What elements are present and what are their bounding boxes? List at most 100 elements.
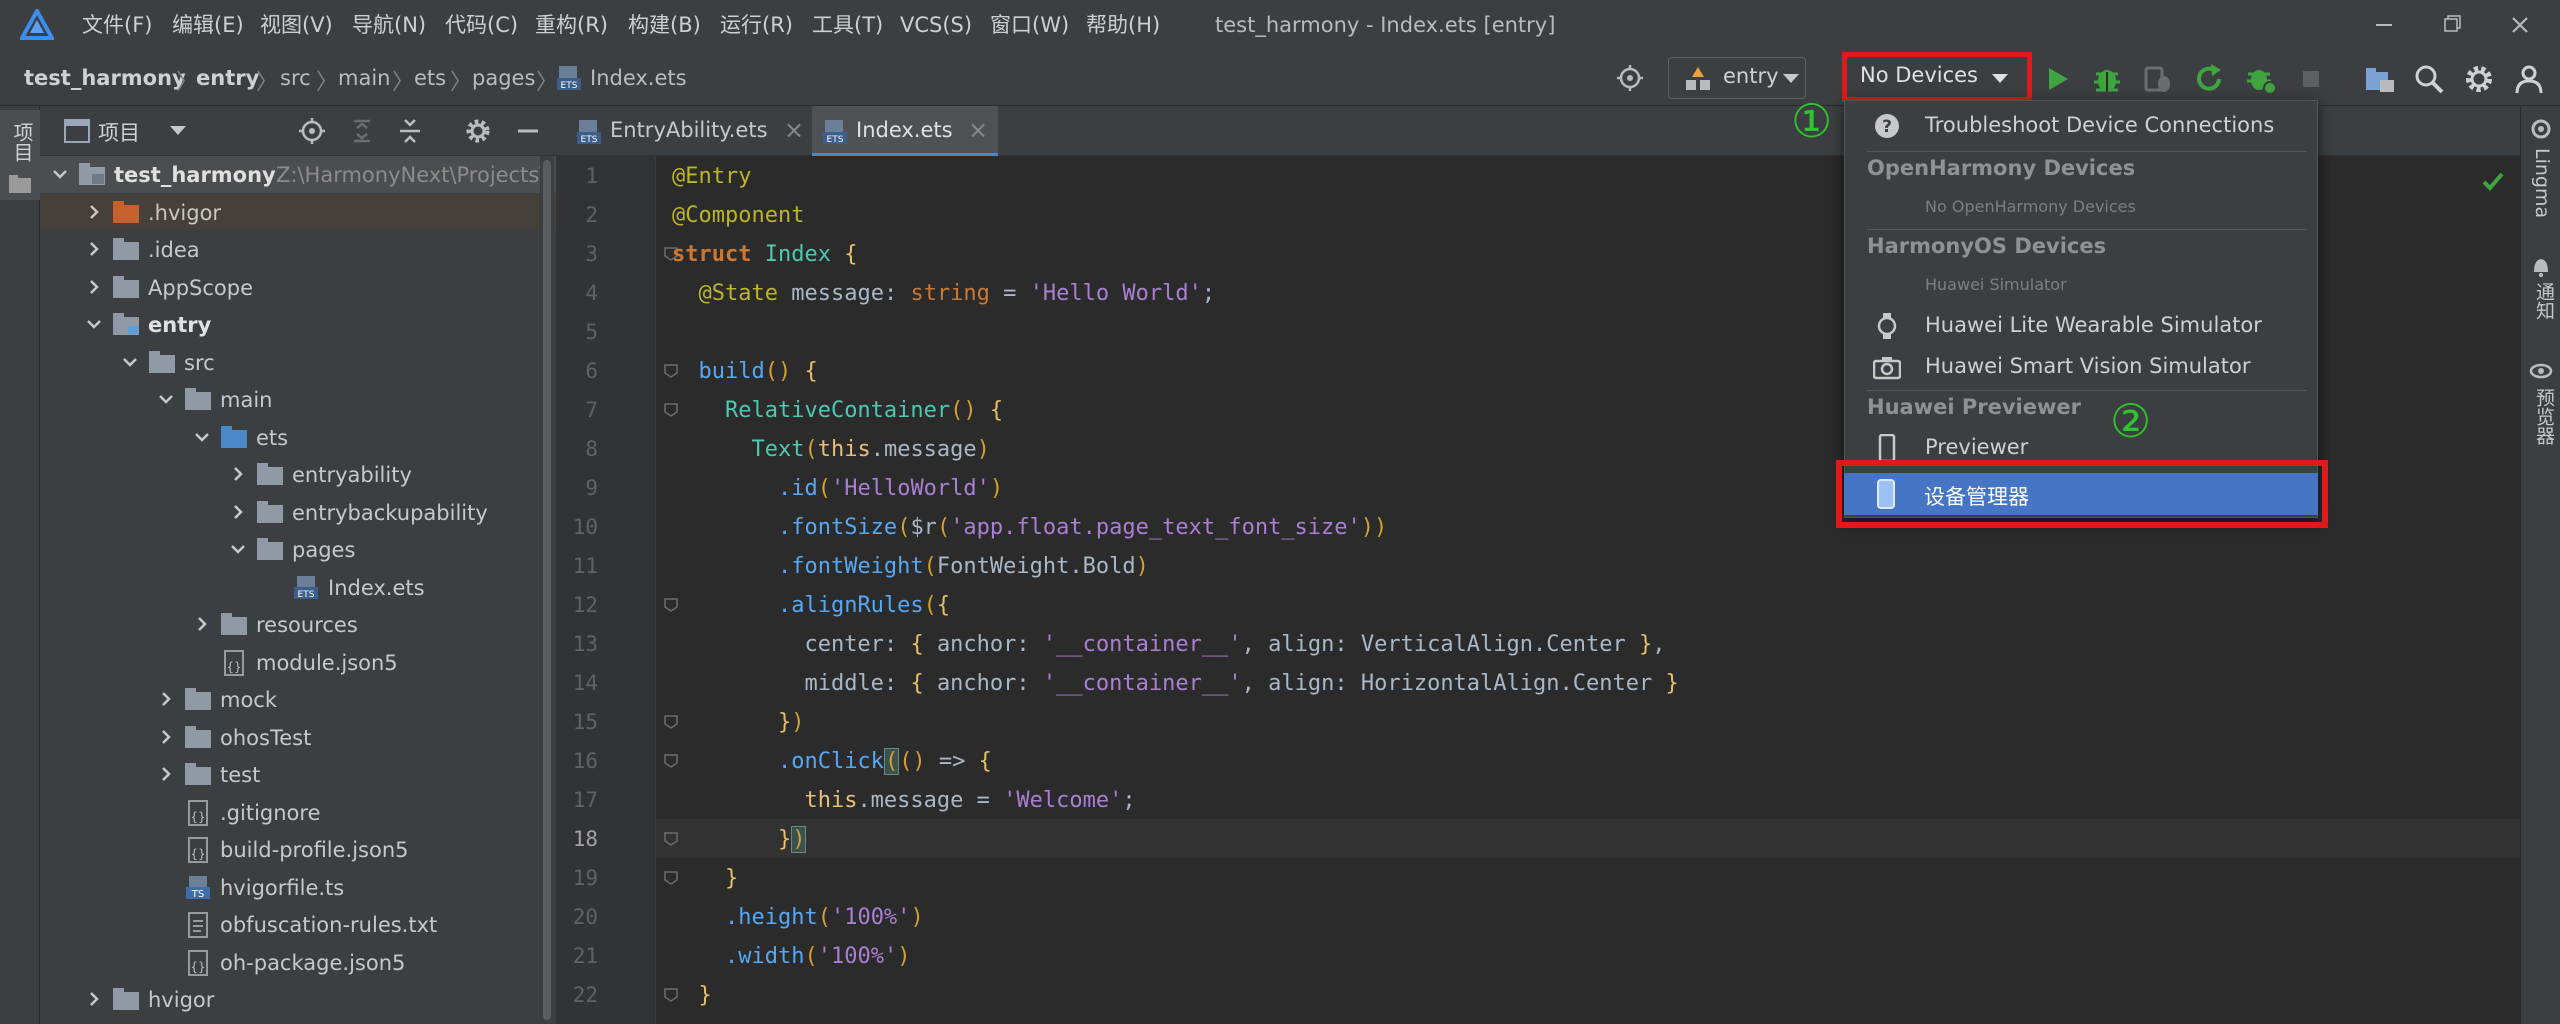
code-line[interactable]: this.message = 'Welcome';: [672, 781, 1135, 820]
code-line[interactable]: @Entry: [672, 157, 751, 196]
tree-item[interactable]: pages: [40, 531, 556, 568]
debug-restart-icon[interactable]: [2244, 62, 2278, 96]
locate-file-icon[interactable]: [298, 117, 326, 145]
tree-item[interactable]: {} module.json5: [40, 644, 556, 681]
chevron-down-icon[interactable]: [122, 354, 138, 370]
run-icon[interactable]: [2040, 62, 2074, 96]
close-tab-icon[interactable]: ×: [968, 116, 988, 144]
tree-item[interactable]: src: [40, 344, 556, 381]
lite-wearable-simulator-item[interactable]: Huawei Lite Wearable Simulator: [1845, 306, 2317, 346]
code-line[interactable]: RelativeContainer() {: [672, 391, 1003, 430]
breadcrumb-file[interactable]: Index.ets: [590, 63, 687, 93]
search-icon[interactable]: [2412, 62, 2446, 96]
previewer-tab[interactable]: 预览器: [2531, 388, 2558, 445]
code-line[interactable]: middle: { anchor: '__container__', align…: [672, 664, 1678, 703]
menu-item[interactable]: 视图(V): [260, 10, 333, 40]
code-line[interactable]: center: { anchor: '__container__', align…: [672, 625, 1665, 664]
tree-item[interactable]: entry: [40, 306, 556, 343]
tree-item[interactable]: main: [40, 381, 556, 418]
account-icon[interactable]: [2512, 62, 2546, 96]
code-line[interactable]: .alignRules({: [672, 586, 950, 625]
chevron-down-icon[interactable]: [86, 316, 102, 332]
project-structure-icon[interactable]: [2362, 62, 2396, 96]
chevron-right-icon[interactable]: [86, 991, 102, 1007]
tab-entryability[interactable]: ETS EntryAbility.ets ×: [566, 106, 806, 156]
breadcrumb-src[interactable]: src: [280, 63, 311, 93]
tree-item[interactable]: obfuscation-rules.txt: [40, 906, 556, 943]
chevron-down-icon[interactable]: [230, 541, 246, 557]
chevron-right-icon[interactable]: [158, 729, 174, 745]
menu-item[interactable]: VCS(S): [900, 10, 972, 40]
code-line[interactable]: struct Index {: [672, 235, 857, 274]
tree-item[interactable]: {} build-profile.json5: [40, 831, 556, 868]
debug-icon[interactable]: [2090, 62, 2124, 96]
breadcrumb-module[interactable]: entry: [196, 63, 259, 93]
breadcrumb-pages[interactable]: pages: [472, 63, 535, 93]
menu-item[interactable]: 代码(C): [445, 10, 518, 40]
menu-item[interactable]: 窗口(W): [990, 10, 1069, 40]
menu-item[interactable]: 运行(R): [720, 10, 793, 40]
notifications-tab[interactable]: 通知: [2531, 282, 2558, 320]
menu-item[interactable]: 文件(F): [82, 10, 152, 40]
tab-index[interactable]: ETS Index.ets ×: [812, 106, 998, 156]
settings-gear-icon[interactable]: [2462, 62, 2496, 96]
tree-item[interactable]: .hvigor: [40, 193, 556, 231]
tree-item[interactable]: ohosTest: [40, 719, 556, 756]
breadcrumb-project[interactable]: test_harmony: [24, 63, 186, 93]
tree-item[interactable]: .idea: [40, 231, 556, 268]
chevron-right-icon[interactable]: [86, 279, 102, 295]
run-configuration-select[interactable]: entry: [1668, 57, 1806, 99]
chevron-down-icon[interactable]: [194, 429, 210, 445]
chevron-down-icon[interactable]: [158, 391, 174, 407]
code-line[interactable]: }: [672, 859, 738, 898]
chevron-down-icon[interactable]: [52, 166, 68, 182]
stop-icon[interactable]: [2294, 62, 2328, 96]
code-line[interactable]: @State message: string = 'Hello World';: [672, 274, 1216, 313]
code-line[interactable]: }): [672, 703, 805, 742]
attach-debugger-icon[interactable]: [2140, 62, 2174, 96]
tree-item[interactable]: hvigor: [40, 981, 556, 1018]
code-line[interactable]: .fontWeight(FontWeight.Bold): [672, 547, 1149, 586]
code-line[interactable]: .fontSize($r('app.float.page_text_font_s…: [672, 508, 1387, 547]
project-tree-scroll-thumb[interactable]: [543, 160, 551, 1020]
smart-vision-simulator-item[interactable]: Huawei Smart Vision Simulator: [1845, 347, 2317, 387]
tree-item[interactable]: AppScope: [40, 269, 556, 306]
code-line[interactable]: .width('100%'): [672, 937, 910, 976]
hide-panel-icon[interactable]: [514, 117, 542, 145]
code-line[interactable]: build() {: [672, 352, 818, 391]
tree-item[interactable]: entryability: [40, 456, 556, 493]
close-tab-icon[interactable]: ×: [784, 116, 804, 144]
menu-item[interactable]: 帮助(H): [1086, 10, 1160, 40]
locate-icon[interactable]: [1614, 62, 1646, 94]
breadcrumb-ets[interactable]: ets: [414, 63, 446, 93]
tree-item[interactable]: test_harmony Z:\HarmonyNext\Projects\te: [40, 156, 556, 193]
code-line[interactable]: }: [672, 976, 712, 1015]
tree-item[interactable]: resources: [40, 606, 556, 643]
restore-button[interactable]: [2432, 8, 2472, 42]
code-line[interactable]: .id('HelloWorld'): [672, 469, 1003, 508]
expand-all-icon[interactable]: [348, 117, 376, 145]
chevron-right-icon[interactable]: [194, 616, 210, 632]
chevron-right-icon[interactable]: [230, 466, 246, 482]
menu-item[interactable]: 构建(B): [628, 10, 701, 40]
code-line[interactable]: .height('100%'): [672, 898, 924, 937]
menu-item[interactable]: 编辑(E): [172, 10, 244, 40]
tree-item[interactable]: ETS Index.ets: [40, 569, 556, 606]
tree-item[interactable]: test: [40, 756, 556, 793]
tree-item[interactable]: TS hvigorfile.ts: [40, 869, 556, 906]
breadcrumb-main[interactable]: main: [338, 63, 390, 93]
close-window-button[interactable]: [2500, 8, 2540, 42]
chevron-down-icon[interactable]: [170, 126, 186, 136]
code-line[interactable]: .onClick(() => {: [672, 742, 992, 781]
chevron-right-icon[interactable]: [230, 504, 246, 520]
menu-item[interactable]: 工具(T): [812, 10, 883, 40]
chevron-right-icon[interactable]: [86, 241, 102, 257]
minimize-button[interactable]: [2364, 8, 2404, 42]
apply-changes-icon[interactable]: [2192, 62, 2226, 96]
tree-item[interactable]: mock: [40, 681, 556, 718]
project-tool-tab[interactable]: 项目: [0, 110, 40, 200]
menu-item[interactable]: 重构(R): [535, 10, 608, 40]
lingma-tab[interactable]: Lingma: [2531, 148, 2553, 218]
project-panel-title[interactable]: 项目: [98, 117, 140, 147]
panel-settings-gear-icon[interactable]: [464, 117, 492, 145]
